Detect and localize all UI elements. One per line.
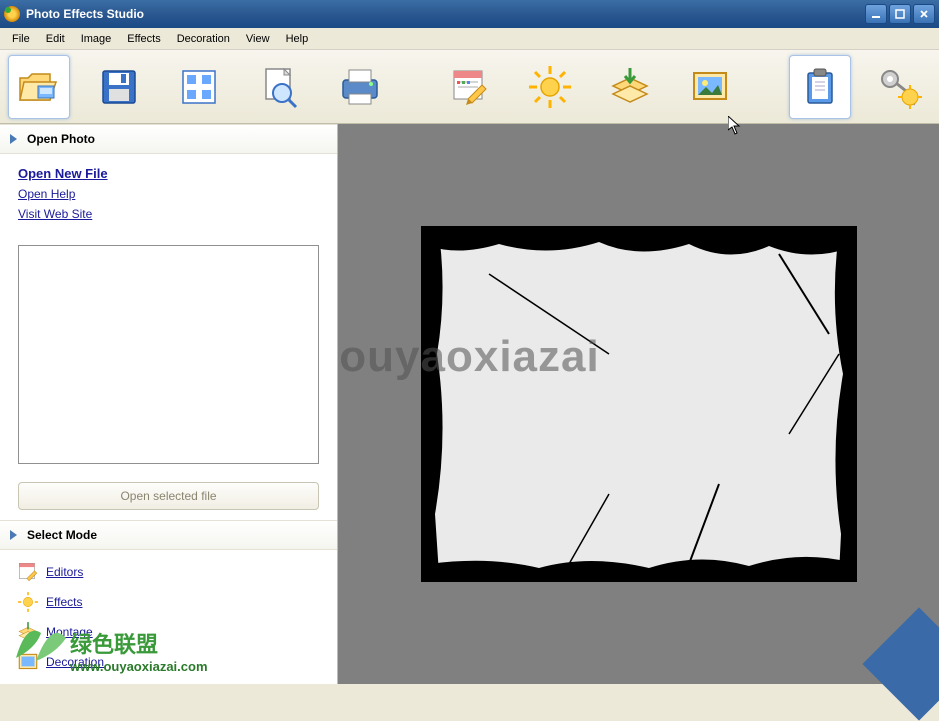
select-mode-panel: Editors Effects Montage Decoration: [0, 550, 337, 684]
toolbar-decoration-button[interactable]: [679, 55, 741, 119]
grunge-frame-icon: [429, 234, 849, 574]
menu-view[interactable]: View: [238, 31, 278, 47]
arrow-right-icon: [10, 134, 17, 144]
layers-montage-icon: [607, 64, 653, 110]
mode-effects[interactable]: Effects: [16, 590, 166, 614]
calendar-edit-icon: [448, 65, 492, 109]
preview-box: [18, 245, 319, 464]
link-open-new-file[interactable]: Open New File: [18, 166, 319, 181]
mode-decoration[interactable]: Decoration: [16, 650, 166, 674]
grid-view-icon: [177, 65, 221, 109]
menu-file[interactable]: File: [4, 31, 38, 47]
menu-edit[interactable]: Edit: [38, 31, 73, 47]
photo-inner: [429, 234, 849, 574]
print-icon: [337, 64, 383, 110]
link-visit-web-site[interactable]: Visit Web Site: [18, 207, 319, 221]
toolbar-print-button[interactable]: [329, 55, 391, 119]
toolbar-zoom-button[interactable]: [248, 55, 310, 119]
photo-frame: [421, 226, 857, 582]
arrow-right-icon: [10, 530, 17, 540]
layers-montage-icon: [16, 620, 40, 644]
picture-decoration-icon: [688, 65, 732, 109]
toolbar-open-button[interactable]: [8, 55, 70, 119]
clipboard-icon: [798, 65, 842, 109]
open-selected-file-button[interactable]: Open selected file: [18, 482, 319, 510]
mode-montage-label: Montage: [46, 625, 93, 639]
open-photo-panel: Open New File Open Help Visit Web Site: [0, 154, 337, 235]
toolbar-effects-button[interactable]: [519, 55, 581, 119]
toolbar-editors-button[interactable]: [438, 55, 500, 119]
toolbar-montage-button[interactable]: [599, 55, 661, 119]
folder-open-icon: [16, 64, 62, 110]
mode-editors-label: Editors: [46, 565, 83, 579]
save-disk-icon: [97, 65, 141, 109]
select-mode-header[interactable]: Select Mode: [0, 520, 337, 550]
sun-effects-icon: [527, 64, 573, 110]
app-icon: [4, 6, 20, 22]
select-mode-title: Select Mode: [27, 528, 97, 542]
menubar: File Edit Image Effects Decoration View …: [0, 28, 939, 50]
key-register-icon: [876, 63, 924, 111]
toolbar: [0, 50, 939, 124]
picture-decoration-icon: [16, 650, 40, 674]
open-photo-title: Open Photo: [27, 132, 95, 146]
sun-effects-icon: [16, 590, 40, 614]
canvas-area[interactable]: [338, 124, 939, 684]
window-controls: [865, 4, 935, 24]
titlebar: Photo Effects Studio: [0, 0, 939, 28]
calendar-edit-icon: [16, 560, 40, 584]
app-title: Photo Effects Studio: [26, 7, 865, 21]
close-button[interactable]: [913, 4, 935, 24]
zoom-page-icon: [258, 65, 302, 109]
content-area: Open Photo Open New File Open Help Visit…: [0, 124, 939, 684]
menu-help[interactable]: Help: [278, 31, 317, 47]
menu-decoration[interactable]: Decoration: [169, 31, 238, 47]
maximize-button[interactable]: [889, 4, 911, 24]
menu-effects[interactable]: Effects: [119, 31, 168, 47]
toolbar-clipboard-button[interactable]: [789, 55, 851, 119]
corner-ribbon: [862, 607, 939, 720]
sidebar: Open Photo Open New File Open Help Visit…: [0, 124, 338, 684]
mode-editors[interactable]: Editors: [16, 560, 166, 584]
open-photo-header[interactable]: Open Photo: [0, 124, 337, 154]
toolbar-register-button[interactable]: [869, 55, 931, 119]
toolbar-grid-button[interactable]: [168, 55, 230, 119]
mode-effects-label: Effects: [46, 595, 82, 609]
link-open-help[interactable]: Open Help: [18, 187, 319, 201]
toolbar-save-button[interactable]: [88, 55, 150, 119]
mode-montage[interactable]: Montage: [16, 620, 166, 644]
menu-image[interactable]: Image: [73, 31, 120, 47]
mode-decoration-label: Decoration: [46, 655, 104, 669]
minimize-button[interactable]: [865, 4, 887, 24]
